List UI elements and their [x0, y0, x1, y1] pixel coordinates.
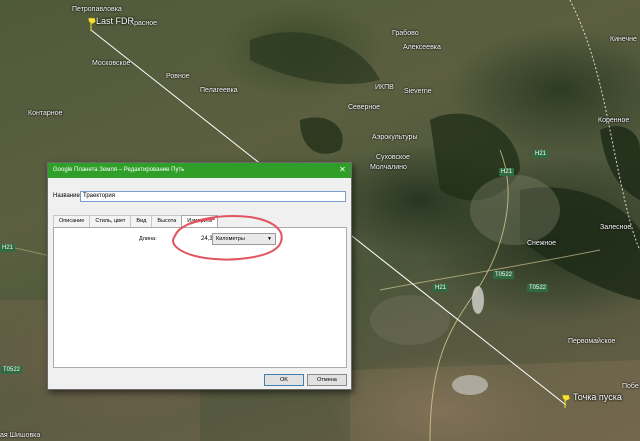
place-label-kinechne: Кинечне — [610, 36, 637, 43]
ok-button[interactable]: OK — [264, 374, 304, 386]
tab-style-color[interactable]: Стиль, цвет — [89, 215, 132, 227]
units-selected-value: Километры — [216, 236, 245, 242]
length-label: Длина: — [139, 236, 157, 242]
place-label-pervomayskoe: Первомайское — [568, 338, 616, 345]
close-icon[interactable]: ✕ — [337, 165, 348, 175]
road-shield-h21: H21 — [499, 168, 515, 176]
place-label-shishovka: ая Шишовка — [0, 432, 41, 439]
place-label-krasnoe: Красное — [130, 20, 158, 27]
road-shield-h21: H21 — [0, 244, 16, 252]
placemark-label-start[interactable]: Last FDR — [96, 16, 134, 26]
road-shield-t0522: T0522 — [1, 366, 23, 374]
length-value: 24,3 — [201, 236, 213, 242]
tab-view[interactable]: Вид — [130, 215, 153, 227]
place-label-zalesnoe: Залесное — [600, 224, 632, 231]
place-label-korennoe: Коренное — [598, 117, 630, 124]
place-label-alekseevka: Алексеевка — [403, 44, 441, 51]
dialog-titlebar[interactable]: Google Планета Земля – Редактирование Пу… — [48, 163, 351, 178]
measure-panel: Длина: 24,3 Километры ▼ — [53, 227, 347, 368]
place-label-snezhnoe: Снежное — [527, 240, 557, 247]
edit-path-dialog: Google Планета Земля – Редактирование Пу… — [47, 162, 352, 390]
placemark-label-end[interactable]: Точка пуска — [573, 392, 622, 402]
place-label-aerokultury: Аэрокультуры — [372, 134, 418, 141]
tab-description[interactable]: Описание — [53, 215, 91, 227]
place-label-kontarnoe: Контарное — [28, 110, 63, 117]
place-label-petropavlovka: Петропавловка — [72, 6, 122, 13]
dialog-tabs: Описание Стиль, цвет Вид Высота Измерить — [53, 215, 219, 228]
chevron-down-icon: ▼ — [267, 236, 272, 242]
place-label-moskovskoe: Московское — [92, 60, 131, 67]
place-label-molchalino: Молчалино — [370, 164, 407, 171]
road-shield-t0522: T0522 — [527, 284, 549, 292]
cancel-button[interactable]: Отмена — [307, 374, 347, 386]
units-select[interactable]: Километры ▼ — [212, 233, 276, 245]
place-label-sieverne: Sieverne — [404, 88, 432, 95]
tab-altitude[interactable]: Высота — [151, 215, 183, 227]
place-label-ikpv: ИКПВ — [375, 84, 394, 91]
place-label-sukhovskoe: Суховское — [376, 154, 410, 161]
name-field[interactable]: Траектория — [80, 191, 346, 202]
place-label-grabovo: Грабово — [392, 30, 419, 37]
road-shield-t0522: T0522 — [493, 271, 515, 279]
place-label-pelageevka: Пелагеевка — [200, 87, 238, 94]
road-shield-h21: H21 — [433, 284, 449, 292]
road-shield-h21: H21 — [533, 150, 549, 158]
place-label-pob: Побе — [622, 383, 639, 390]
place-label-severnoe: Северное — [348, 104, 381, 111]
place-label-rovnoe: Ровное — [166, 73, 190, 80]
placemark-pin-icon[interactable] — [560, 393, 572, 409]
dialog-title: Google Планета Земля – Редактирование Пу… — [53, 167, 185, 173]
name-label: Название: — [53, 193, 82, 199]
